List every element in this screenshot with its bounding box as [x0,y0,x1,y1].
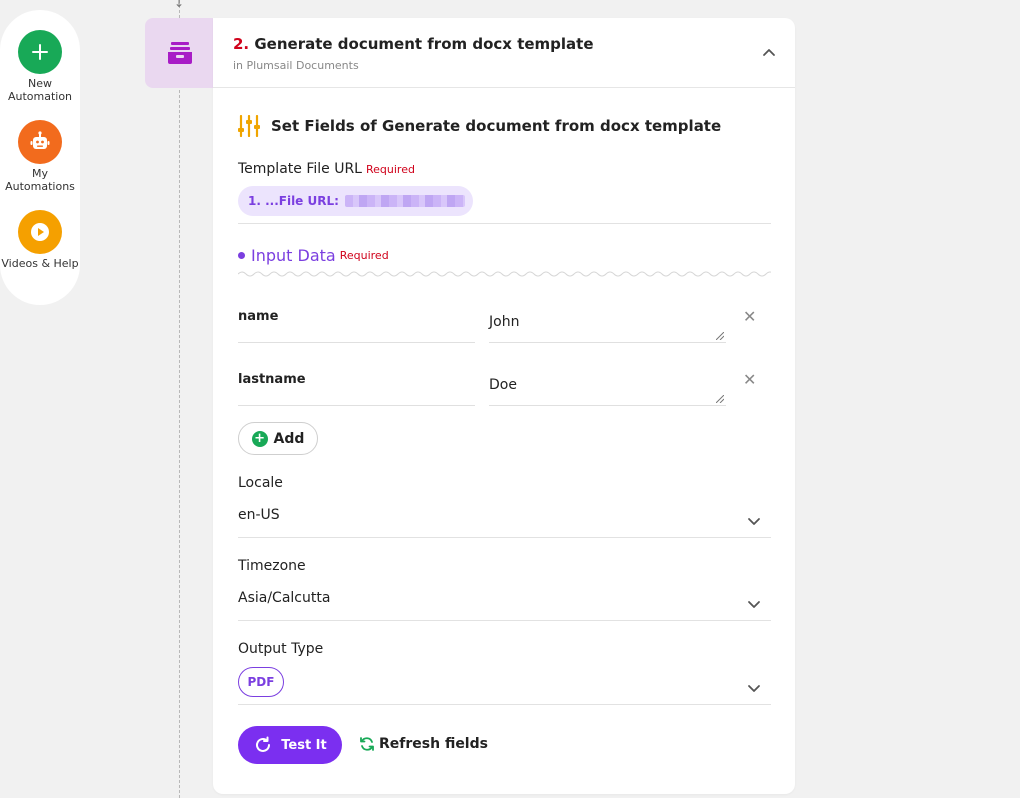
required-badge: Required [365,163,415,176]
rotate-icon [256,736,271,752]
locale-select[interactable]: en-US [238,507,280,523]
robot-icon [18,120,62,164]
my-automations-button[interactable]: My Automations [0,120,80,193]
input-data-label: Input Data [251,246,336,265]
chevron-down-icon[interactable] [747,681,761,695]
template-file-label-text: Template File URL [238,161,362,177]
sliders-icon [238,115,260,137]
input-key-name[interactable]: name [238,309,278,324]
plus-circle-icon: + [251,430,268,447]
output-type-label: Output Type [238,641,324,657]
input-value-lastname[interactable]: Doe [489,377,517,393]
timezone-label: Timezone [238,558,306,574]
dot-icon [238,252,245,259]
refresh-icon [360,737,374,751]
step-card: 2. Generate document from docx template … [213,18,795,794]
videos-help-label: Videos & Help [1,257,79,270]
section-title: Set Fields of Generate document from doc… [237,115,721,137]
new-automation-button[interactable]: New Automation [0,30,80,103]
refresh-fields-button[interactable]: Refresh fields [359,736,488,752]
divider [238,620,771,621]
archive-box-icon [168,42,192,64]
output-type-pill[interactable]: PDF [238,667,284,697]
template-file-label: Template File URL Required [238,161,415,177]
divider [238,704,771,705]
left-nav: New Automation My Automations Videos & H… [0,10,80,305]
step-number: 2. [233,35,250,53]
key-underline [238,342,475,343]
redacted-value [344,195,465,207]
input-value-name[interactable]: John [489,314,519,330]
input-key-lastname[interactable]: lastname [238,372,306,387]
remove-row-close-icon[interactable]: ✕ [743,307,756,326]
timezone-select[interactable]: Asia/Calcutta [238,590,330,606]
template-file-value-pill[interactable]: 1. ...File URL: [238,186,473,216]
value-underline [489,342,726,343]
step-header[interactable]: 2. Generate document from docx template … [213,18,795,88]
resize-handle-icon[interactable] [716,332,724,340]
wavy-divider [238,271,771,277]
test-it-button[interactable]: Test It [238,726,342,764]
locale-label: Locale [238,475,283,491]
step-title: 2. Generate document from docx template [233,35,594,53]
required-badge: Required [339,249,389,262]
play-icon [18,210,62,254]
step-subtitle: in Plumsail Documents [233,59,359,72]
chevron-down-icon[interactable] [747,514,761,528]
divider [238,537,771,538]
refresh-fields-label: Refresh fields [379,736,488,752]
resize-handle-icon[interactable] [716,395,724,403]
test-it-label: Test It [281,737,327,753]
key-underline [238,405,475,406]
chevron-down-icon[interactable] [747,597,761,611]
new-automation-label: New Automation [7,77,73,103]
template-file-value: 1. ...File URL: [248,194,339,208]
videos-help-button[interactable]: Videos & Help [0,210,80,270]
add-field-label: Add [273,430,305,447]
remove-row-close-icon[interactable]: ✕ [743,370,756,389]
my-automations-label: My Automations [5,167,75,193]
divider [238,223,771,224]
add-field-button[interactable]: + Add [238,422,318,455]
flow-connector [179,0,180,798]
plus-icon [18,30,62,74]
input-data-header[interactable]: Input Data Required [238,246,389,265]
section-title-text: Set Fields of Generate document from doc… [271,117,722,135]
arrow-down-icon: ↓ [174,0,185,10]
chevron-up-icon[interactable] [761,44,777,60]
step-title-text: Generate document from docx template [254,35,594,53]
value-underline [489,405,726,406]
step-app-icon [145,18,215,88]
